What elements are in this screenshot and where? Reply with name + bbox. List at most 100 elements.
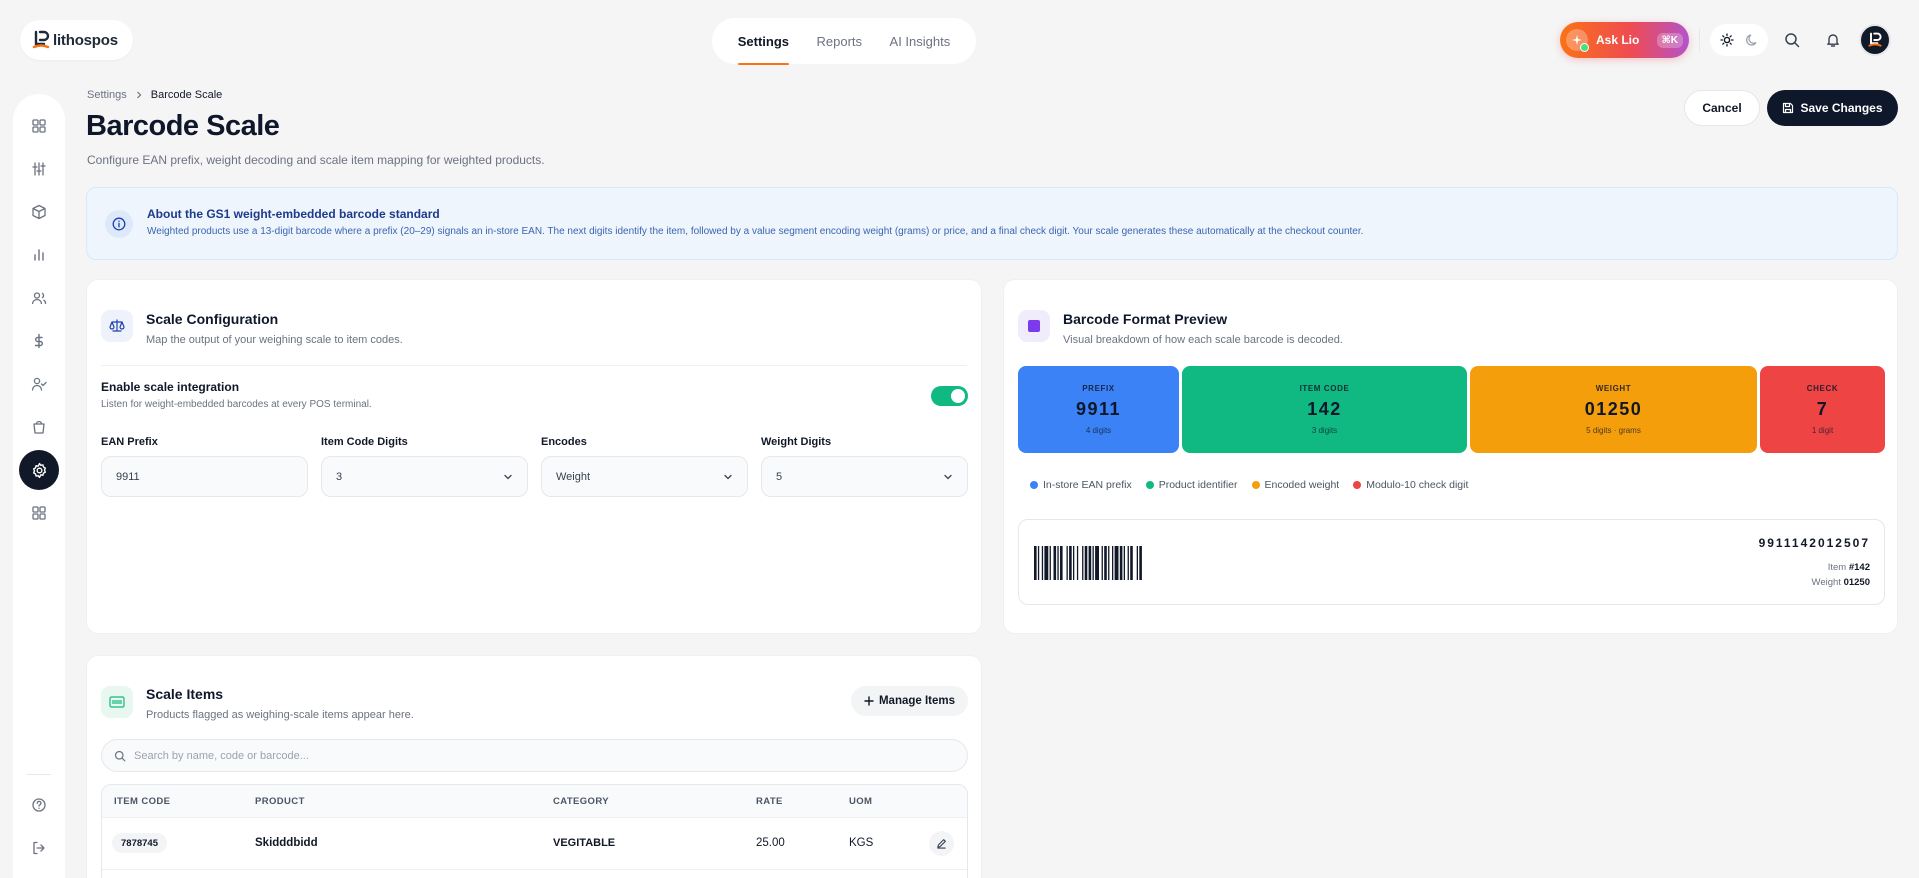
dashboard-icon[interactable]	[19, 106, 59, 146]
tab-settings[interactable]: Settings	[737, 18, 790, 65]
banner-title: About the GS1 weight-embedded barcode st…	[147, 207, 440, 221]
segment-legend: In-store EAN prefix Product identifier E…	[1030, 479, 1468, 491]
chevron-down-icon	[504, 474, 512, 479]
search-icon[interactable]	[1775, 23, 1809, 57]
ask-lio-shortcut: ⌘K	[1656, 32, 1683, 48]
help-icon[interactable]	[19, 785, 59, 825]
tab-ai-insights[interactable]: AI Insights	[890, 18, 951, 64]
sun-icon[interactable]	[1719, 33, 1734, 47]
top-nav: Settings Reports AI Insights	[712, 18, 976, 65]
manage-items-button[interactable]: Manage Items	[851, 686, 968, 716]
item-label: Item	[1827, 562, 1847, 573]
ean-prefix-input[interactable]: 9911	[101, 456, 308, 497]
barcode-segments: PREFIX 9911 4 digits ITEM CODE 142 3 dig…	[1018, 366, 1885, 453]
scale-icon	[101, 310, 133, 342]
brand-logo[interactable]: lithospos	[20, 20, 133, 60]
box-icon[interactable]	[19, 192, 59, 232]
search-input[interactable]: Search by name, code or barcode...	[101, 739, 968, 772]
breadcrumb-settings[interactable]: Settings	[87, 89, 127, 101]
shopping-bag-icon[interactable]	[19, 407, 59, 447]
edit-icon[interactable]	[929, 831, 954, 856]
banner-text: Weighted products use a 13-digit barcode…	[147, 226, 1364, 237]
weight-digits-select[interactable]: 5	[761, 456, 968, 497]
tab-reports[interactable]: Reports	[817, 18, 863, 64]
column-header[interactable]: PRODUCT	[255, 796, 305, 807]
item-code-digits-value: 3	[336, 470, 343, 483]
column-header[interactable]: UOM	[849, 796, 872, 807]
theme-toggle[interactable]	[1710, 24, 1768, 56]
category-cell: VEGITABLE	[553, 837, 616, 849]
toggle-title: Enable scale integration	[101, 380, 240, 394]
bar-chart-icon[interactable]	[19, 235, 59, 275]
uom-cell: KGS	[849, 837, 874, 849]
preview-subtitle: Visual breakdown of how each scale barco…	[1063, 334, 1343, 346]
info-banner: About the GS1 weight-embedded barcode st…	[86, 187, 1898, 260]
save-changes-button[interactable]: Save Changes	[1767, 90, 1898, 126]
ask-lio-button[interactable]: Ask Lio ⌘K	[1560, 22, 1689, 58]
segment-item-code: ITEM CODE 142 3 digits	[1182, 366, 1467, 453]
item-code-chip: 7878745	[112, 833, 167, 853]
page-title: Barcode Scale	[86, 110, 280, 142]
brand-name: lithospos	[53, 31, 118, 49]
scale-items-title: Scale Items	[146, 686, 224, 702]
table-row[interactable]: 7878745 Skidddbidd VEGITABLE 25.00 KGS	[102, 818, 967, 870]
segment-desc: 3 digits	[1311, 426, 1338, 435]
rate-cell: 25.00	[756, 837, 785, 849]
square-icon	[1018, 310, 1050, 342]
segment-value: 142	[1307, 399, 1342, 419]
breadcrumb-current: Barcode Scale	[150, 89, 223, 101]
divider	[101, 365, 967, 366]
barcode-bars-icon	[1034, 546, 1142, 580]
barcode-sample: 9911142012507 Item #142 Weight 01250	[1018, 519, 1885, 605]
weight-label: Weight	[1811, 577, 1841, 588]
top-right-controls: Ask Lio ⌘K	[1560, 20, 1901, 60]
encodes-label: Encodes	[541, 436, 587, 448]
scale-config-subtitle: Map the output of your weighing scale to…	[146, 334, 403, 346]
scale-integration-toggle[interactable]	[931, 386, 968, 406]
barcode-item: Item #142	[1828, 562, 1870, 573]
scale-configuration-card: Scale Configuration Map the output of yo…	[86, 279, 982, 634]
barcode-icon	[101, 686, 133, 718]
legend-item: Product identifier	[1145, 479, 1238, 491]
save-changes-label: Save Changes	[1800, 101, 1883, 115]
moon-icon[interactable]	[1745, 33, 1759, 47]
segment-desc: 5 digits · grams	[1586, 426, 1641, 435]
divider	[1699, 29, 1700, 51]
product-cell: Skidddbidd	[255, 837, 318, 849]
manage-items-label: Manage Items	[878, 695, 956, 707]
ean-prefix-label: EAN Prefix	[101, 436, 158, 448]
page-subtitle: Configure EAN prefix, weight decoding an…	[87, 153, 545, 167]
settings-icon[interactable]	[19, 450, 59, 490]
user-check-icon[interactable]	[19, 364, 59, 404]
legend-item: Encoded weight	[1251, 479, 1339, 491]
apps-icon[interactable]	[19, 493, 59, 533]
info-icon	[105, 210, 133, 238]
cancel-button[interactable]: Cancel	[1684, 90, 1760, 126]
plus-icon	[864, 696, 874, 706]
users-icon[interactable]	[19, 278, 59, 318]
preview-title: Barcode Format Preview	[1063, 311, 1228, 327]
avatar[interactable]	[1859, 24, 1891, 56]
ean-prefix-value: 9911	[116, 470, 140, 483]
chevron-down-icon	[944, 474, 952, 479]
dollar-icon[interactable]	[19, 321, 59, 361]
item-code-digits-label: Item Code Digits	[321, 436, 408, 448]
column-header[interactable]: RATE	[756, 796, 783, 807]
barcode-number: 9911142012507	[1758, 536, 1870, 550]
legend-label: Product identifier	[1158, 479, 1238, 491]
weight-digits-label: Weight Digits	[761, 436, 832, 448]
logo-icon	[32, 30, 50, 49]
item-code-digits-select[interactable]: 3	[321, 456, 528, 497]
toggle-subtitle: Listen for weight-embedded barcodes at e…	[101, 399, 372, 410]
column-header[interactable]: CATEGORY	[553, 796, 609, 807]
sliders-icon[interactable]	[19, 149, 59, 189]
scale-config-title: Scale Configuration	[146, 311, 279, 327]
bell-icon[interactable]	[1816, 23, 1850, 57]
column-header[interactable]: ITEM CODE	[114, 796, 170, 807]
barcode-preview-card: Barcode Format Preview Visual breakdown …	[1003, 279, 1898, 634]
scale-items-subtitle: Products flagged as weighing-scale items…	[146, 709, 414, 721]
logout-icon[interactable]	[19, 828, 59, 868]
weight-digits-value: 5	[776, 470, 783, 483]
encodes-select[interactable]: Weight	[541, 456, 748, 497]
segment-label: CHECK	[1806, 384, 1839, 393]
